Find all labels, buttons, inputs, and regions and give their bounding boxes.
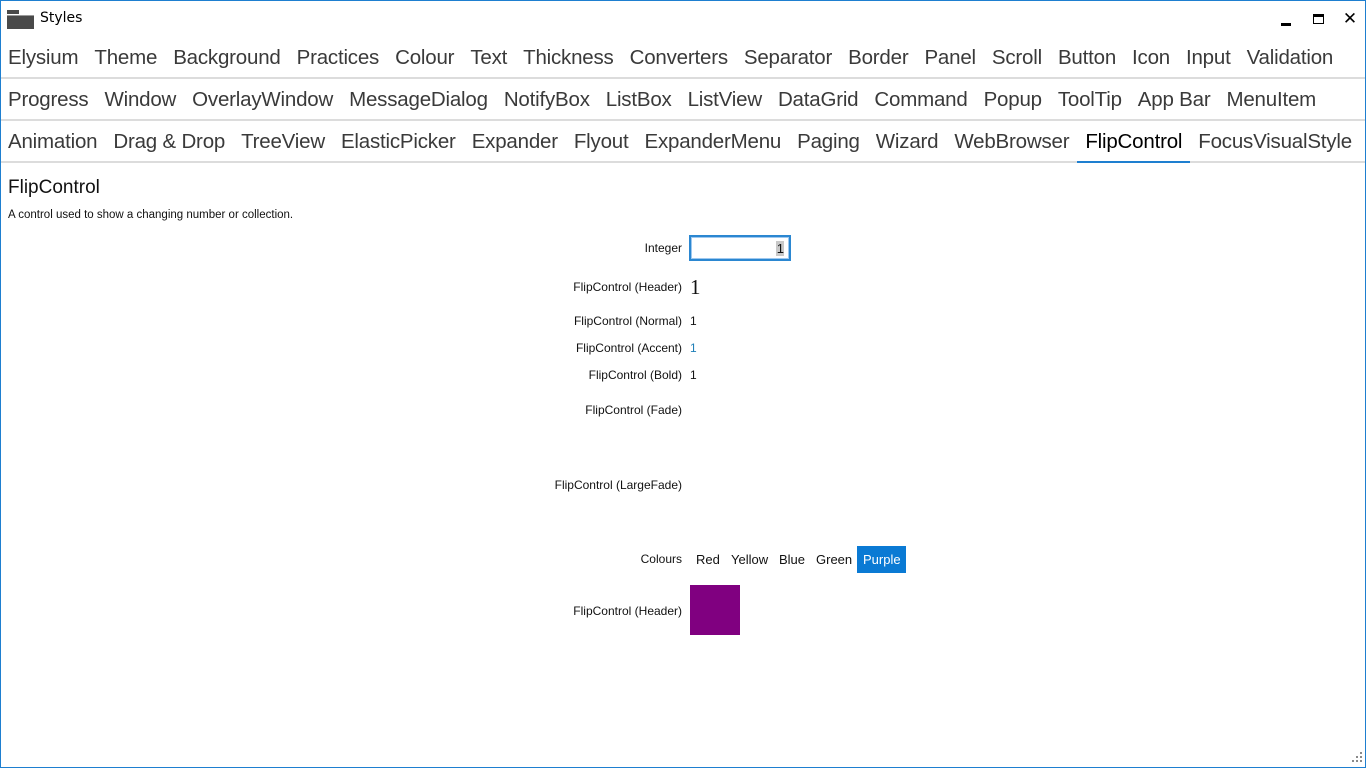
window-title: Styles: [40, 10, 83, 26]
tab-elysium[interactable]: Elysium: [1, 37, 86, 77]
tab-panel[interactable]: Panel: [916, 37, 983, 77]
tab-progress[interactable]: Progress: [1, 79, 96, 119]
tab-listview[interactable]: ListView: [680, 79, 770, 119]
flip-header-label: FlipControl (Header): [573, 280, 682, 294]
minimize-icon: [1281, 22, 1291, 26]
tab-icon[interactable]: Icon: [1124, 37, 1178, 77]
flip-accent-value: 1: [690, 341, 697, 355]
tab-row-1: Elysium Theme Background Practices Colour Tex…: [1, 37, 1365, 79]
tab-colour[interactable]: Colour: [387, 37, 462, 77]
colour-option-blue[interactable]: Blue: [773, 546, 811, 573]
colour-option-green[interactable]: Green: [810, 546, 858, 573]
integer-label: Integer: [644, 241, 682, 255]
colour-option-purple[interactable]: Purple: [857, 546, 906, 573]
tab-command[interactable]: Command: [866, 79, 975, 119]
tab-treeview[interactable]: TreeView: [233, 121, 333, 161]
tab-notifybox[interactable]: NotifyBox: [496, 79, 598, 119]
close-button[interactable]: ✕: [1335, 7, 1365, 31]
tab-overlaywindow[interactable]: OverlayWindow: [184, 79, 341, 119]
flip-colour-header-label: FlipControl (Header): [573, 604, 682, 618]
tab-listbox[interactable]: ListBox: [598, 79, 680, 119]
colour-option-yellow[interactable]: Yellow: [725, 546, 774, 573]
maximize-icon: [1312, 14, 1324, 24]
flip-normal-label: FlipControl (Normal): [573, 314, 682, 328]
tab-wizard[interactable]: Wizard: [868, 121, 947, 161]
tab-webbrowser[interactable]: WebBrowser: [946, 121, 1077, 161]
tab-background[interactable]: Background: [165, 37, 288, 77]
page-title: FlipControl: [8, 177, 100, 198]
flip-normal-value: 1: [690, 314, 697, 328]
tab-elasticpicker[interactable]: ElasticPicker: [333, 121, 464, 161]
colour-option-red[interactable]: Red: [690, 546, 726, 573]
tab-row-2: Progress Window OverlayWindow MessageDialog…: [1, 79, 1365, 121]
flip-fade-label: FlipControl (Fade): [585, 403, 682, 417]
flip-bold-value: 1: [690, 368, 697, 382]
colour-swatch: [690, 585, 740, 635]
tab-border[interactable]: Border: [840, 37, 916, 77]
tab-tooltip[interactable]: ToolTip: [1050, 79, 1130, 119]
integer-input-box[interactable]: [689, 235, 791, 261]
tab-messagedialog[interactable]: MessageDialog: [341, 79, 496, 119]
tab-separator[interactable]: Separator: [736, 37, 840, 77]
tab-practices[interactable]: Practices: [289, 37, 388, 77]
tab-expandermenu[interactable]: ExpanderMenu: [636, 121, 789, 161]
tab-menuitem[interactable]: MenuItem: [1218, 79, 1324, 119]
tab-row-3: Animation Drag & Drop TreeView ElasticPicke…: [1, 121, 1365, 163]
integer-input[interactable]: [691, 237, 789, 259]
tab-app-bar[interactable]: App Bar: [1130, 79, 1219, 119]
maximize-button[interactable]: [1303, 7, 1333, 31]
tab-theme[interactable]: Theme: [86, 37, 165, 77]
tab-input[interactable]: Input: [1178, 37, 1239, 77]
tab-expander[interactable]: Expander: [464, 121, 566, 161]
flip-accent-label: FlipControl (Accent): [575, 341, 682, 355]
tab-text[interactable]: Text: [462, 37, 515, 77]
tab-window[interactable]: Window: [96, 79, 184, 119]
tab-animation[interactable]: Animation: [1, 121, 105, 161]
resize-grip[interactable]: [1350, 752, 1362, 764]
folder-icon: [7, 10, 34, 29]
minimize-button[interactable]: [1271, 7, 1301, 31]
tab-datagrid[interactable]: DataGrid: [770, 79, 866, 119]
tab-drag-drop[interactable]: Drag & Drop: [105, 121, 233, 161]
title-bar[interactable]: Styles ✕: [1, 1, 1365, 37]
tab-converters[interactable]: Converters: [622, 37, 736, 77]
tab-button[interactable]: Button: [1050, 37, 1124, 77]
flip-header-value: 1: [690, 275, 701, 299]
page-description: A control used to show a changing number…: [8, 209, 294, 221]
tab-paging[interactable]: Paging: [789, 121, 868, 161]
tab-validation[interactable]: Validation: [1239, 37, 1342, 77]
colours-label: Colours: [640, 552, 682, 566]
tab-scroll[interactable]: Scroll: [984, 37, 1050, 77]
app-window: Styles ✕ Elysium Theme Background Practices…: [0, 0, 1366, 768]
tab-popup[interactable]: Popup: [976, 79, 1050, 119]
tab-flyout[interactable]: Flyout: [566, 121, 637, 161]
tab-thickness[interactable]: Thickness: [515, 37, 621, 77]
flip-largefade-label: FlipControl (LargeFade): [554, 478, 682, 492]
close-icon: ✕: [1342, 9, 1358, 29]
flip-bold-label: FlipControl (Bold): [588, 368, 682, 382]
tab-focusvisualstyle[interactable]: FocusVisualStyle: [1190, 121, 1360, 161]
tab-flipcontrol[interactable]: FlipControl: [1077, 121, 1191, 163]
